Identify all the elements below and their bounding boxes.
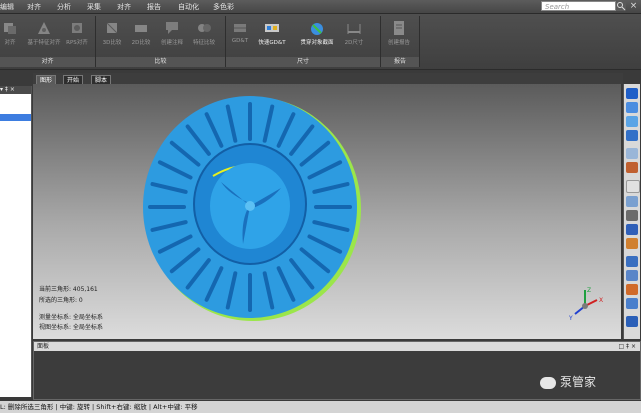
search-input[interactable]: Search <box>541 1 616 11</box>
fit-icon[interactable] <box>626 130 638 141</box>
scanned-part[interactable] <box>33 84 621 339</box>
watermark-logo: 泵管家 <box>540 373 596 390</box>
dimension-2d-button[interactable]: 2D尺寸 <box>340 18 368 54</box>
view-coordinate-system-label: 视图坐标系: 全局坐标系 <box>39 324 103 331</box>
part-hub-center <box>245 201 255 211</box>
bottom-panel: 面板 □ ‡ × <box>33 341 641 400</box>
menu-bar: 编辑 对齐 分析 采集 对齐 报告 自动化 多色彩 Search × <box>0 0 641 14</box>
ribbon-group-label: 报告 <box>381 57 419 67</box>
close-button[interactable]: × <box>628 1 639 11</box>
ribbon-group-dimension: GD&T 快速GD&T 贯穿对象截面 2D尺寸 尺寸 <box>226 16 381 67</box>
ribbon-group-label: 比较 <box>96 57 225 67</box>
status-bar: L: 删除所选三角形 | 中键: 旋转 | Shift+右键: 缩放 | Alt… <box>0 401 641 413</box>
ribbon-group-align: 对齐 基于特征对齐 RPS对齐 对齐 <box>0 16 96 67</box>
tree-selected-item[interactable] <box>0 114 31 121</box>
ribbon: 对齐 基于特征对齐 RPS对齐 对齐 3D比较 2D比较 创建注释 特征比较 比 <box>0 14 641 70</box>
selected-triangles-label: 所选的三角形: 0 <box>39 297 83 304</box>
menu-align[interactable]: 对齐 <box>27 2 41 12</box>
select-icon[interactable] <box>626 148 638 159</box>
compare-3d-button[interactable]: 3D比较 <box>98 18 126 54</box>
left-panel: ▾ ‡ × <box>0 86 32 397</box>
section-through-object-button[interactable]: 贯穿对象截面 <box>296 18 338 54</box>
feature-compare-icon <box>198 24 211 32</box>
bottom-panel-header: 面板 □ ‡ × <box>34 342 640 351</box>
annotation-icon <box>166 22 178 34</box>
search-icon[interactable] <box>616 1 626 11</box>
lasso-icon[interactable] <box>626 180 640 193</box>
dimension-2d-icon <box>347 24 361 34</box>
report-icon <box>394 21 404 35</box>
triangle-count-label: 当前三角形: 405,161 <box>39 286 98 293</box>
gdt-button[interactable]: GD&T <box>226 18 254 54</box>
menu-capture[interactable]: 采集 <box>87 2 101 12</box>
menu-edit[interactable]: 编辑 <box>0 2 14 12</box>
svg-text:Y: Y <box>568 315 573 322</box>
svg-text:Z: Z <box>587 287 591 294</box>
measure-coordinate-system-label: 测量坐标系: 全局坐标系 <box>39 314 103 321</box>
left-panel-header[interactable]: ▾ ‡ × <box>0 86 31 94</box>
polyline-select-icon[interactable] <box>626 224 638 235</box>
align-icon <box>4 23 16 34</box>
ribbon-group-label: 尺寸 <box>226 57 380 67</box>
3d-viewport[interactable]: 当前三角形: 405,161 所选的三角形: 0 测量坐标系: 全局坐标系 视图… <box>33 84 621 339</box>
pan-icon[interactable] <box>626 116 638 127</box>
tab-strip: 图形 开始 脚本 <box>33 73 623 85</box>
line-select-icon[interactable] <box>626 210 638 221</box>
rps-align-icon <box>72 23 82 33</box>
feature-compare-button[interactable]: 特征比较 <box>190 18 218 54</box>
right-toolbar <box>623 84 640 339</box>
quick-gdt-icon <box>265 24 279 32</box>
align-button[interactable]: 对齐 <box>0 18 24 54</box>
bottom-panel-title: 面板 <box>37 343 50 350</box>
ribbon-group-label: 对齐 <box>0 57 95 67</box>
invert-selection-icon[interactable] <box>626 256 638 267</box>
compare-2d-button[interactable]: 2D比较 <box>127 18 155 54</box>
create-annotation-button[interactable]: 创建注释 <box>158 18 186 54</box>
circle-select-icon[interactable] <box>626 196 638 207</box>
ribbon-group-compare: 3D比较 2D比较 创建注释 特征比较 比较 <box>96 16 226 67</box>
visibility-icon[interactable] <box>626 298 638 309</box>
settings-icon[interactable] <box>626 316 638 327</box>
menu-report[interactable]: 报告 <box>147 2 161 12</box>
view-icon[interactable] <box>626 88 638 99</box>
gdt-icon <box>234 24 246 32</box>
create-report-button[interactable]: 创建报告 <box>385 18 413 54</box>
delete-selection-icon[interactable] <box>626 284 638 295</box>
feature-align-button[interactable]: 基于特征对齐 <box>24 18 64 54</box>
menu-multicolor[interactable]: 多色彩 <box>213 2 234 12</box>
rps-align-button[interactable]: RPS对齐 <box>63 18 91 54</box>
rotate-icon[interactable] <box>626 102 638 113</box>
menu-analysis[interactable]: 分析 <box>57 2 71 12</box>
quick-gdt-button[interactable]: 快速GD&T <box>256 18 288 54</box>
feature-align-icon <box>38 22 50 34</box>
axis-triad: X Z Y <box>568 287 603 322</box>
paint-select-icon[interactable] <box>626 238 638 249</box>
brush-icon[interactable] <box>626 162 638 173</box>
section-icon <box>311 23 323 35</box>
clear-selection-icon[interactable] <box>626 270 638 281</box>
compare-3d-icon <box>106 22 118 34</box>
bottom-panel-controls[interactable]: □ ‡ × <box>618 342 636 351</box>
menu-automation[interactable]: 自动化 <box>178 2 199 12</box>
compare-2d-icon <box>135 25 147 32</box>
ribbon-group-report: 创建报告 报告 <box>381 16 420 67</box>
wechat-icon <box>540 376 556 389</box>
svg-text:X: X <box>599 297 603 304</box>
menu-compare[interactable]: 对齐 <box>117 2 131 12</box>
